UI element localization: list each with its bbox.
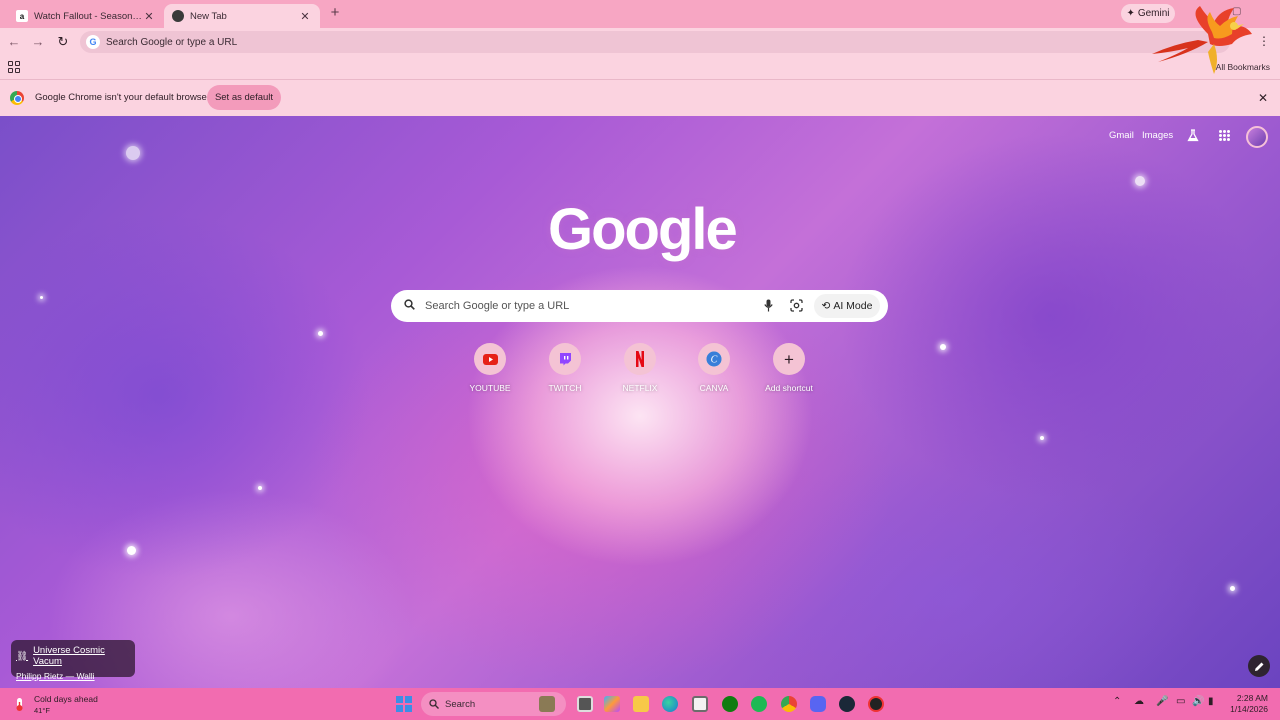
microsoft-store-icon[interactable] [692,696,708,712]
tab-watch-fallout[interactable]: a Watch Fallout - Season 1 | Prime Video… [8,4,164,28]
shortcut-twitch[interactable]: TWITCH [533,343,597,393]
netflix-icon [624,343,656,375]
weather-temperature: 41°F [34,706,50,715]
clock-date: 1/14/2026 [1230,704,1268,714]
canva-icon: C [698,343,730,375]
shortcut-label: Add shortcut [765,383,813,393]
background-star [40,296,43,299]
omnibox-placeholder: Search Google or type a URL [106,36,238,48]
phoenix-decoration [1152,6,1252,74]
ai-mode-label: AI Mode [833,300,873,312]
close-tab-icon[interactable]: ✕ [142,10,156,23]
reload-icon[interactable]: ↻ [55,34,71,50]
pencil-icon [1254,662,1263,671]
shortcut-label: CANVA [699,383,729,393]
link-icon: ⛓ [16,650,29,662]
display-icon[interactable]: ▭ [1176,696,1185,707]
ai-mode-icon: ⟲ [821,300,831,312]
svg-text:C: C [711,355,718,366]
toolbar: ← → ↻ G Search Google or type a URL ⋮ [0,28,1280,56]
background-author[interactable]: Philipp Rietz — Walli [16,671,130,681]
edge-icon[interactable] [662,696,678,712]
taskbar: Cold days ahead 41°F Search ⌃ ☁ 🎤 ▭ 🔊 ▮ … [0,688,1280,720]
background-star [940,344,946,350]
close-icon[interactable]: ✕ [1258,91,1268,105]
avatar[interactable] [1246,126,1268,148]
shortcut-youtube[interactable]: YOUTUBE [458,343,522,393]
weather-headline: Cold days ahead [34,694,98,704]
shortcut-label: TWITCH [548,383,582,393]
background-attribution[interactable]: ⛓ Universe Cosmic Vacum Philipp Rietz — … [11,640,135,681]
forward-icon[interactable]: → [30,34,46,50]
new-tab-button[interactable]: + [327,5,343,21]
spotify-icon[interactable] [751,696,767,712]
omnibox[interactable]: G Search Google or type a URL [80,31,1230,53]
search-highlight-icon[interactable] [539,696,555,712]
add-shortcut-button[interactable]: + Add shortcut [757,343,821,393]
background-star [258,486,262,490]
labs-flask-icon[interactable] [1187,129,1199,142]
set-as-default-button[interactable]: Set as default [207,85,281,110]
task-view-icon[interactable] [577,696,593,712]
weather-icon [16,698,23,711]
background-star [1135,176,1145,186]
ai-mode-button[interactable]: ⟲ AI Mode [814,294,880,318]
google-lens-icon[interactable] [790,299,803,312]
chevron-up-icon[interactable]: ⌃ [1113,696,1121,707]
background-star [127,546,136,555]
shortcut-label: NETFLIX [622,383,658,393]
tab-new-tab[interactable]: New Tab ✕ [164,4,320,28]
customize-chrome-button[interactable] [1248,655,1270,677]
bookmarks-bar: All Bookmarks [0,56,1280,80]
search-icon [404,299,415,310]
tab-title: New Tab [190,10,227,22]
shortcut-canva[interactable]: C CANVA [682,343,746,393]
search-input[interactable] [425,297,745,315]
taskbar-search-label: Search [445,698,476,710]
apps-grid-icon[interactable] [8,61,20,73]
shortcut-label: YOUTUBE [469,383,511,393]
steam-icon[interactable] [839,696,855,712]
chrome-logo-icon [10,91,24,105]
background-star [318,331,323,336]
background-title[interactable]: Universe Cosmic Vacum [33,645,130,667]
chrome-icon[interactable] [781,696,797,712]
amazon-icon: a [16,10,28,22]
tab-title: Watch Fallout - Season 1 | Prime Video [34,10,142,22]
widgets-icon[interactable] [604,696,620,712]
tab-strip: a Watch Fallout - Season 1 | Prime Video… [0,0,1280,28]
infobar-message: Google Chrome isn't your default browser [35,92,211,103]
discord-icon[interactable] [810,696,826,712]
microphone-icon[interactable] [764,299,773,312]
file-explorer-icon[interactable] [633,696,649,712]
menu-icon[interactable]: ⋮ [1258,34,1270,48]
chrome-icon [172,10,184,22]
system-clock[interactable]: 2:28 AM 1/14/2026 [1226,693,1268,715]
microphone-icon[interactable]: 🎤 [1156,696,1168,707]
shortcut-netflix[interactable]: NETFLIX [608,343,672,393]
new-tab-page: Gmail Images Google ⟲ AI Mode YOUTUBE [0,116,1280,688]
background-star [1040,436,1044,440]
back-icon[interactable]: ← [6,34,22,50]
clock-time: 2:28 AM [1236,693,1268,703]
google-g-icon: G [86,35,100,49]
google-logo: Google [548,197,738,262]
plus-icon: + [773,343,805,375]
background-star [1230,586,1235,591]
xbox-icon[interactable] [722,696,738,712]
search-icon [429,699,439,709]
sparkle-icon: ✦ [1126,8,1135,19]
background-star [126,146,140,160]
battery-icon[interactable]: ▮ [1208,696,1214,707]
windows-start-icon[interactable] [396,696,412,712]
default-browser-infobar: Google Chrome isn't your default browser… [0,80,1280,116]
close-tab-icon[interactable]: ✕ [298,10,312,23]
recording-app-icon[interactable] [868,696,884,712]
speaker-icon[interactable]: 🔊 [1192,696,1204,707]
twitch-icon [549,343,581,375]
youtube-icon [474,343,506,375]
google-apps-icon[interactable] [1219,130,1230,141]
cloud-icon[interactable]: ☁ [1134,696,1144,707]
